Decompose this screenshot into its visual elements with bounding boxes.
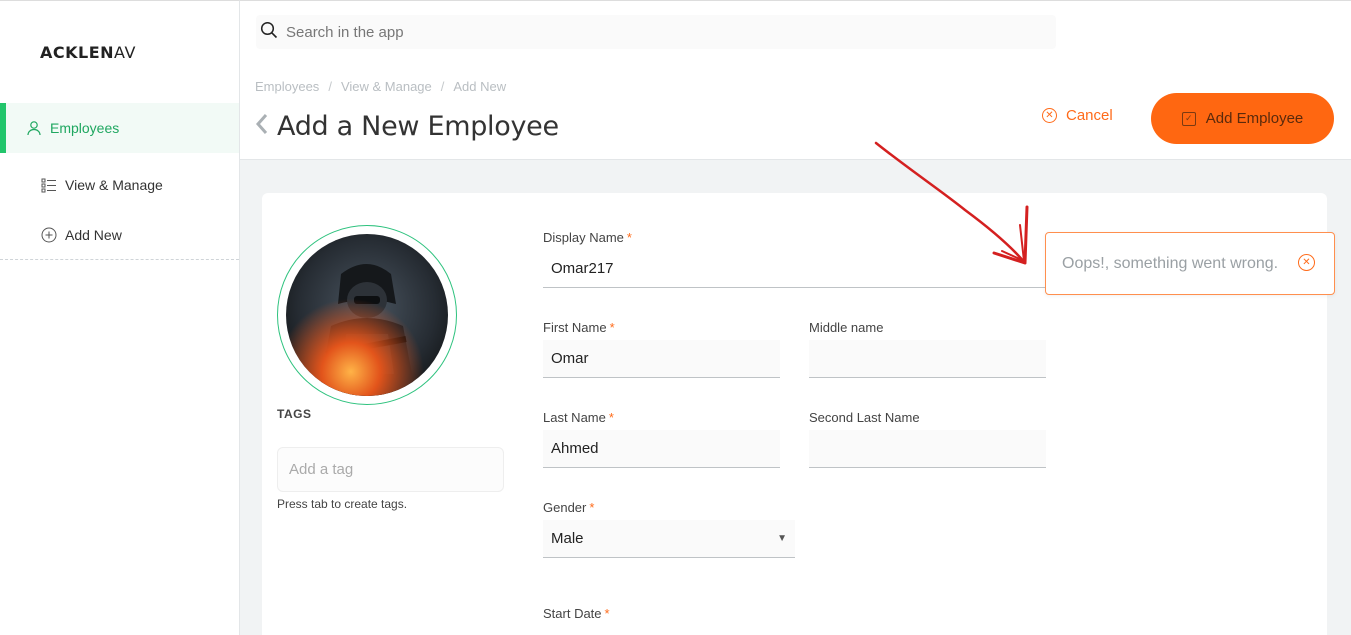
breadcrumb-separator: / (328, 79, 332, 94)
sidebar-item-label: Add New (65, 227, 122, 243)
second-last-name-field[interactable] (809, 430, 1046, 468)
start-date-label-text: Start Date (543, 606, 602, 621)
required-marker: * (609, 320, 615, 335)
close-circle-icon: ✕ (1042, 108, 1057, 123)
sidebar-item-label: Employees (50, 120, 120, 136)
avatar-ring (277, 225, 457, 405)
plus-circle-icon (41, 227, 57, 243)
cancel-label: Cancel (1066, 107, 1113, 124)
tags-label: TAGS (277, 407, 312, 421)
toast-message: Oops!, something went wrong. (1062, 254, 1279, 272)
last-name-label: Last Name * (543, 410, 614, 425)
second-last-name-label: Second Last Name (809, 410, 920, 425)
logo-light-text: AV (114, 43, 136, 62)
first-name-label: First Name * (543, 320, 615, 335)
add-employee-button[interactable]: ✓ Add Employee (1151, 93, 1334, 144)
last-name-label-text: Last Name (543, 410, 606, 425)
gender-label-text: Gender (543, 500, 587, 515)
breadcrumb-separator: / (440, 79, 445, 94)
page-title: Add a New Employee (277, 111, 559, 142)
required-marker: * (608, 410, 614, 425)
breadcrumb-item-employees[interactable]: Employees (255, 79, 319, 94)
logo-bold-text: ACKLEN (40, 43, 115, 62)
search-bar (256, 15, 1056, 49)
middle-name-field[interactable] (809, 340, 1046, 378)
list-icon (41, 177, 57, 193)
search-input[interactable] (286, 23, 986, 41)
required-marker: * (626, 230, 632, 245)
close-circle-icon[interactable]: ✕ (1298, 254, 1315, 271)
error-toast: Oops!, something went wrong. ✕ (1045, 232, 1335, 295)
sidebar: ACKLENAV Employees View & Manage Add New (0, 0, 240, 635)
gender-select[interactable]: Male ▼ (543, 520, 795, 558)
sidebar-item-view-manage[interactable]: View & Manage (0, 160, 239, 210)
tag-help-text: Press tab to create tags. (277, 497, 408, 511)
display-name-label-text: Display Name (543, 230, 624, 245)
display-name-field[interactable] (543, 250, 1046, 288)
sidebar-item-label: View & Manage (65, 177, 163, 193)
avatar[interactable] (286, 234, 448, 396)
tag-input[interactable] (277, 447, 504, 492)
gender-value: Male (551, 530, 584, 547)
breadcrumb-item-add-new: Add New (453, 79, 507, 94)
sidebar-divider (0, 259, 239, 260)
app-logo[interactable]: ACKLENAV (40, 43, 140, 62)
middle-name-label-text: Middle name (809, 320, 884, 335)
chevron-left-icon[interactable] (255, 111, 269, 142)
second-last-name-label-text: Second Last Name (809, 410, 920, 425)
user-icon (26, 120, 42, 136)
middle-name-label: Middle name (809, 320, 883, 335)
search-icon[interactable] (260, 21, 278, 44)
first-name-field[interactable] (543, 340, 780, 378)
add-employee-label: Add Employee (1205, 110, 1304, 127)
breadcrumb: Employees / View & Manage / Add New (255, 79, 506, 94)
first-name-label-text: First Name (543, 320, 607, 335)
last-name-field[interactable] (543, 430, 780, 468)
checkbox-icon: ✓ (1181, 111, 1196, 126)
sidebar-item-employees[interactable]: Employees (0, 103, 239, 153)
start-date-label: Start Date * (543, 606, 610, 621)
caret-down-icon: ▼ (777, 533, 787, 544)
page-title-row: Add a New Employee (255, 111, 559, 142)
gender-label: Gender * (543, 500, 594, 515)
required-marker: * (604, 606, 610, 621)
sidebar-item-add-new[interactable]: Add New (0, 210, 239, 260)
breadcrumb-item-view-manage[interactable]: View & Manage (341, 79, 432, 94)
page-header: Employees / View & Manage / Add New Add … (240, 0, 1351, 160)
cancel-button[interactable]: ✕ Cancel (1042, 107, 1113, 124)
display-name-label: Display Name * (543, 230, 632, 245)
required-marker: * (589, 500, 595, 515)
